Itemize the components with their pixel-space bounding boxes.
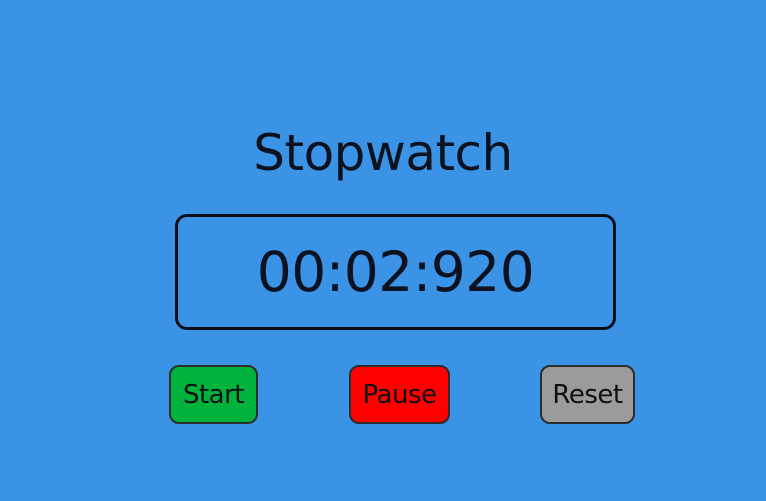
page-title: Stopwatch (253, 124, 513, 182)
pause-button[interactable]: Pause (349, 365, 450, 424)
start-button[interactable]: Start (169, 365, 258, 424)
time-display: 00:02:920 (175, 214, 616, 330)
reset-button[interactable]: Reset (540, 365, 635, 424)
elapsed-time: 00:02:920 (256, 239, 535, 304)
